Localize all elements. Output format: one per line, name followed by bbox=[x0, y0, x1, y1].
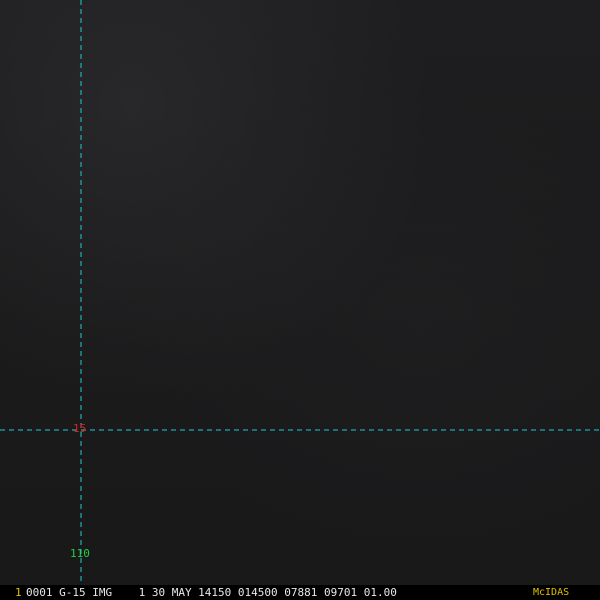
map-grid-overlay bbox=[0, 0, 600, 585]
image-info-text: 0001 G-15 IMG 1 30 MAY 14150 014500 0788… bbox=[26, 586, 397, 599]
latitude-label: 15 bbox=[73, 422, 87, 435]
longitude-label: 110 bbox=[70, 547, 90, 560]
mcidas-brand-label: McIDAS bbox=[533, 587, 570, 598]
satellite-image-viewer: 15 110 1 0001 G-15 IMG 1 30 MAY 14150 01… bbox=[0, 0, 600, 600]
frame-number: 1 bbox=[15, 586, 22, 599]
